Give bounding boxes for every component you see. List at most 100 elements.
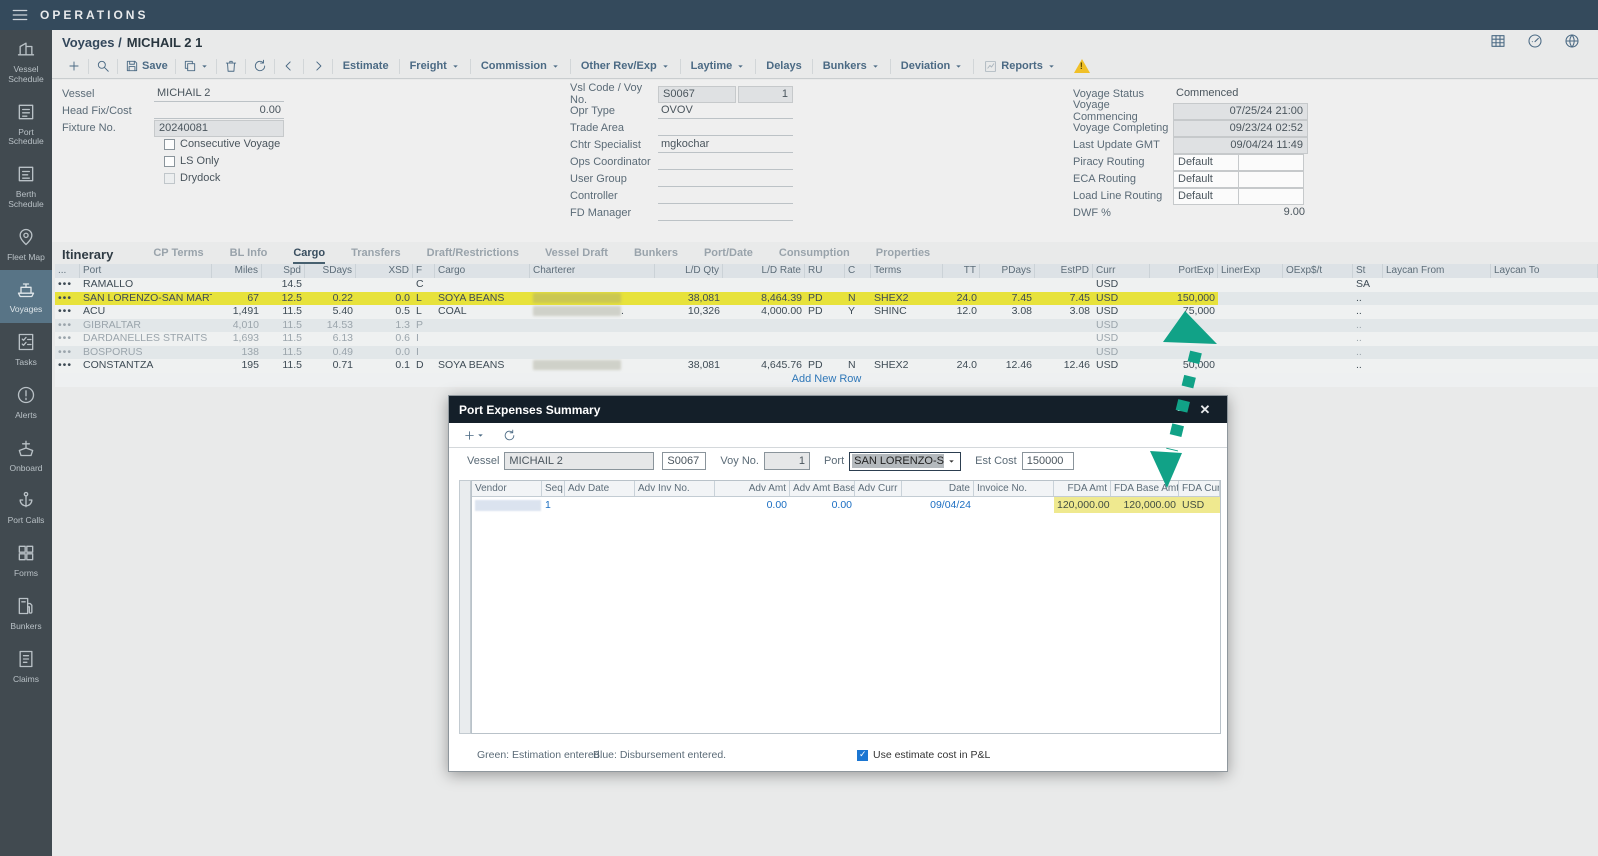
- vessel-input[interactable]: MICHAIL 2: [504, 452, 654, 470]
- opr-type-input[interactable]: OVOV: [658, 103, 793, 119]
- load-line-routing-extra-cell[interactable]: [1238, 188, 1304, 205]
- user-group-input[interactable]: [658, 171, 793, 187]
- add-expense-button[interactable]: [463, 429, 485, 442]
- voy-no-input[interactable]: 1: [764, 452, 810, 470]
- row-menu-dots[interactable]: •••: [55, 346, 80, 360]
- bunkers-button[interactable]: Bunkers: [813, 60, 890, 72]
- row-menu-dots[interactable]: •••: [55, 319, 80, 333]
- head-fix-cost-input[interactable]: 0.00: [154, 103, 284, 119]
- voy-no-input[interactable]: 1: [738, 86, 793, 103]
- checkbox-ls-only[interactable]: LS Only: [164, 155, 219, 167]
- gauge-icon[interactable]: [1527, 33, 1543, 52]
- vessel-input[interactable]: MICHAIL 2: [154, 86, 284, 102]
- tab-consumption[interactable]: Consumption: [779, 247, 850, 264]
- vsl-code-input[interactable]: S0067: [658, 86, 736, 103]
- row-menu-dots[interactable]: •••: [55, 292, 80, 306]
- itinerary-row-constantza[interactable]: •••CONSTANTZA19511.50.710.1DSOYA BEANS38…: [55, 359, 1598, 373]
- sidebar-item-forms[interactable]: Forms: [0, 534, 52, 587]
- ops-coordinator-input[interactable]: [658, 154, 793, 170]
- grid-icon[interactable]: [1490, 33, 1506, 52]
- delete-button[interactable]: [217, 59, 245, 73]
- itinerary-row-bosporus[interactable]: •••BOSPORUS13811.50.490.0IUSD..: [55, 346, 1598, 360]
- sidebar-item-port-calls[interactable]: Port Calls: [0, 481, 52, 534]
- checkbox-drydock[interactable]: Drydock: [164, 172, 220, 184]
- next-button[interactable]: [304, 59, 332, 73]
- add-new-row-link[interactable]: Add New Row: [792, 373, 862, 385]
- search-button[interactable]: [89, 59, 117, 73]
- sidebar-item-berth-schedule[interactable]: Berth Schedule: [0, 155, 52, 218]
- delays-button[interactable]: Delays: [756, 60, 811, 72]
- itinerary-row-gibraltar[interactable]: •••GIBRALTAR4,01011.514.531.3PUSD..: [55, 319, 1598, 333]
- port-select[interactable]: SAN LORENZO-SAN M: [849, 452, 961, 471]
- close-button[interactable]: ✕: [1193, 402, 1217, 418]
- tab-bl-info[interactable]: BL Info: [230, 247, 268, 264]
- section-title-itinerary[interactable]: Itinerary: [62, 247, 113, 262]
- tab-properties[interactable]: Properties: [876, 247, 930, 264]
- eca-routing-extra-cell[interactable]: [1238, 171, 1304, 188]
- controller-input[interactable]: [658, 188, 793, 204]
- estimate-button[interactable]: Estimate: [333, 60, 399, 72]
- laytime-button[interactable]: Laytime: [681, 60, 756, 72]
- checkbox-icon[interactable]: [164, 139, 175, 150]
- warning-icon[interactable]: [1074, 59, 1090, 73]
- sidebar-item-fleet-map[interactable]: Fleet Map: [0, 218, 52, 271]
- chtr-specialist-input[interactable]: mgkochar: [658, 137, 793, 153]
- itinerary-row-ramallo[interactable]: •••RAMALLO14.5CUSDSA: [55, 278, 1598, 292]
- copy-button[interactable]: [176, 59, 216, 73]
- itinerary-row-san-lorenzo-san-martin[interactable]: •••SAN LORENZO-SAN MARTIN6712.50.220.0LS…: [55, 292, 1598, 306]
- voyage-commencing-input[interactable]: 07/25/24 21:00: [1173, 103, 1308, 120]
- use-estimate-checkbox[interactable]: Use estimate cost in P&L: [857, 749, 990, 761]
- tab-cp-terms[interactable]: CP Terms: [153, 247, 203, 264]
- sidebar-item-alerts[interactable]: Alerts: [0, 376, 52, 429]
- add-button[interactable]: [60, 59, 88, 73]
- minimize-button[interactable]: –: [1169, 402, 1193, 417]
- tab-vessel-draft[interactable]: Vessel Draft: [545, 247, 608, 264]
- breadcrumb-voyages[interactable]: Voyages /: [62, 35, 122, 50]
- piracy-routing-value[interactable]: Default: [1173, 154, 1239, 171]
- row-selector-strip[interactable]: [459, 480, 471, 734]
- sidebar-item-port-schedule[interactable]: Port Schedule: [0, 93, 52, 156]
- hamburger-menu-icon[interactable]: [0, 6, 40, 24]
- reports-button[interactable]: Reports: [974, 60, 1066, 73]
- last-update-gmt-input[interactable]: 09/04/24 11:49: [1173, 137, 1308, 154]
- itinerary-row-dardanelles-straits[interactable]: •••DARDANELLES STRAITS1,69311.56.130.6IU…: [55, 332, 1598, 346]
- est-cost-input[interactable]: 150000: [1022, 452, 1074, 470]
- voyage-completing-input[interactable]: 09/23/24 02:52: [1173, 120, 1308, 137]
- sidebar-item-vessel-schedule[interactable]: Vessel Schedule: [0, 30, 52, 93]
- other-rev-exp-button[interactable]: Other Rev/Exp: [571, 60, 680, 72]
- sidebar-item-bunkers[interactable]: Bunkers: [0, 587, 52, 640]
- trade-area-input[interactable]: [658, 120, 793, 136]
- tab-cargo[interactable]: Cargo: [293, 247, 325, 264]
- eca-routing-value[interactable]: Default: [1173, 171, 1239, 188]
- vessel-code-input[interactable]: S0067: [662, 452, 706, 470]
- tab-transfers[interactable]: Transfers: [351, 247, 401, 264]
- checkbox-icon[interactable]: [164, 173, 175, 184]
- dwf-input[interactable]: 9.00: [1173, 205, 1308, 221]
- checkbox-icon[interactable]: [164, 156, 175, 167]
- row-menu-dots[interactable]: •••: [55, 305, 80, 319]
- tab-port-date[interactable]: Port/Date: [704, 247, 753, 264]
- sidebar-item-claims[interactable]: Claims: [0, 640, 52, 693]
- row-menu-dots[interactable]: •••: [55, 359, 80, 373]
- sidebar-item-onboard[interactable]: Onboard: [0, 429, 52, 482]
- deviation-button[interactable]: Deviation: [891, 60, 974, 72]
- load-line-routing-value[interactable]: Default: [1173, 188, 1239, 205]
- fd-manager-input[interactable]: [658, 205, 793, 221]
- previous-button[interactable]: [275, 59, 303, 73]
- expense-row[interactable]: 10.000.0009/04/24120,000.00120,000.00USD: [472, 497, 1220, 513]
- refresh-button[interactable]: [503, 429, 516, 442]
- tab-draft-restrictions[interactable]: Draft/Restrictions: [427, 247, 519, 264]
- sidebar-item-voyages[interactable]: Voyages: [0, 270, 52, 323]
- freight-button[interactable]: Freight: [400, 60, 470, 72]
- row-menu-dots[interactable]: •••: [55, 278, 80, 292]
- piracy-routing-extra-cell[interactable]: [1238, 154, 1304, 171]
- commission-button[interactable]: Commission: [471, 60, 570, 72]
- refresh-button[interactable]: [246, 59, 274, 73]
- voyage-status-input[interactable]: Commenced: [1173, 86, 1308, 102]
- dialog-titlebar[interactable]: Port Expenses Summary – ✕: [449, 396, 1227, 423]
- sidebar-item-tasks[interactable]: Tasks: [0, 323, 52, 376]
- tab-bunkers[interactable]: Bunkers: [634, 247, 678, 264]
- row-menu-dots[interactable]: •••: [55, 332, 80, 346]
- checkbox-consecutive-voyage[interactable]: Consecutive Voyage: [164, 138, 280, 150]
- globe-icon[interactable]: [1564, 33, 1580, 52]
